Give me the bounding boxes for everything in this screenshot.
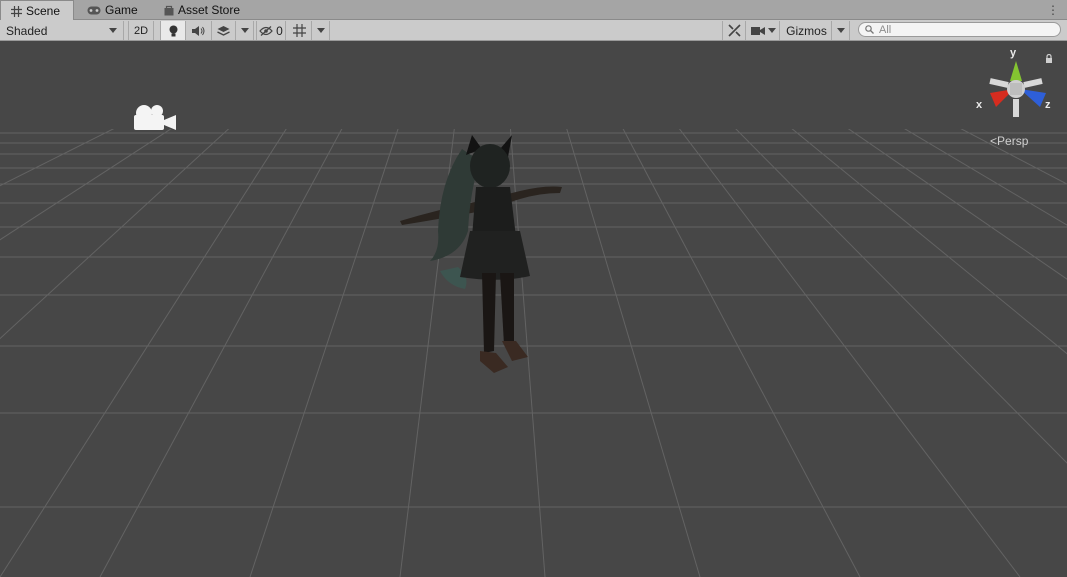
tab-label: Scene (26, 4, 61, 18)
chevron-left-icon: < (990, 134, 998, 148)
toggle-2d-button[interactable]: 2D (128, 21, 154, 40)
search-icon (865, 25, 874, 34)
chevron-down-icon (109, 28, 117, 33)
tab-bar: Scene Game Asset Store ⋮ (0, 0, 1067, 21)
scene-viewport[interactable]: y x z <Persp (0, 41, 1067, 577)
tab-label: Asset Store (178, 3, 241, 17)
tab-asset-store[interactable]: Asset Store (164, 0, 240, 20)
hidden-count: 0 (276, 23, 283, 38)
search-placeholder: All (879, 23, 892, 36)
camera-settings-button[interactable] (748, 21, 780, 40)
chevron-down-icon (768, 28, 776, 33)
character-model (400, 135, 562, 373)
grid-dropdown[interactable] (312, 21, 330, 40)
gizmo-label-z: z (1045, 99, 1051, 111)
gizmos-label: Gizmos (786, 23, 827, 38)
toggle-2d-label: 2D (133, 24, 149, 37)
tools-icon (727, 24, 741, 37)
chevron-down-icon (316, 28, 325, 33)
draw-mode-dropdown[interactable]: Shaded (0, 21, 124, 40)
gizmos-dropdown[interactable] (832, 21, 850, 40)
tab-label: Game (105, 3, 138, 17)
gamepad-icon (87, 6, 101, 14)
effects-toggle[interactable] (212, 21, 236, 40)
camera-icon (751, 26, 765, 35)
layers-icon (217, 25, 230, 36)
projection-label: Persp (997, 134, 1029, 148)
tools-toggle[interactable] (722, 21, 746, 40)
grid-icon (11, 5, 22, 17)
gizmos-button[interactable]: Gizmos (782, 21, 832, 40)
chevron-down-icon (240, 28, 249, 33)
more-options-icon[interactable]: ⋮ (1047, 3, 1059, 17)
audio-toggle[interactable] (186, 21, 212, 40)
eye-hidden-icon (259, 25, 273, 36)
shopping-bag-icon (164, 5, 174, 15)
speaker-icon (192, 25, 205, 36)
gizmo-label-y: y (1010, 47, 1017, 59)
lighting-toggle[interactable] (160, 21, 186, 40)
lightbulb-icon (169, 25, 177, 36)
projection-toggle[interactable]: <Persp (990, 134, 1028, 148)
scene-visibility-toggle[interactable]: 0 (256, 21, 286, 40)
grid-hash-icon (293, 24, 306, 37)
grid-toggle[interactable] (288, 21, 312, 40)
tab-scene[interactable]: Scene (0, 0, 74, 21)
scene-toolbar: Shaded 2D 0 Gizmos All (0, 20, 1067, 41)
tab-game[interactable]: Game (87, 0, 138, 20)
draw-mode-value: Shaded (6, 23, 48, 38)
effects-dropdown[interactable] (236, 21, 254, 40)
gizmo-label-x: x (976, 99, 983, 111)
chevron-down-icon (836, 28, 845, 33)
scene-search-input[interactable]: All (858, 22, 1061, 37)
lock-icon[interactable] (1045, 54, 1053, 63)
